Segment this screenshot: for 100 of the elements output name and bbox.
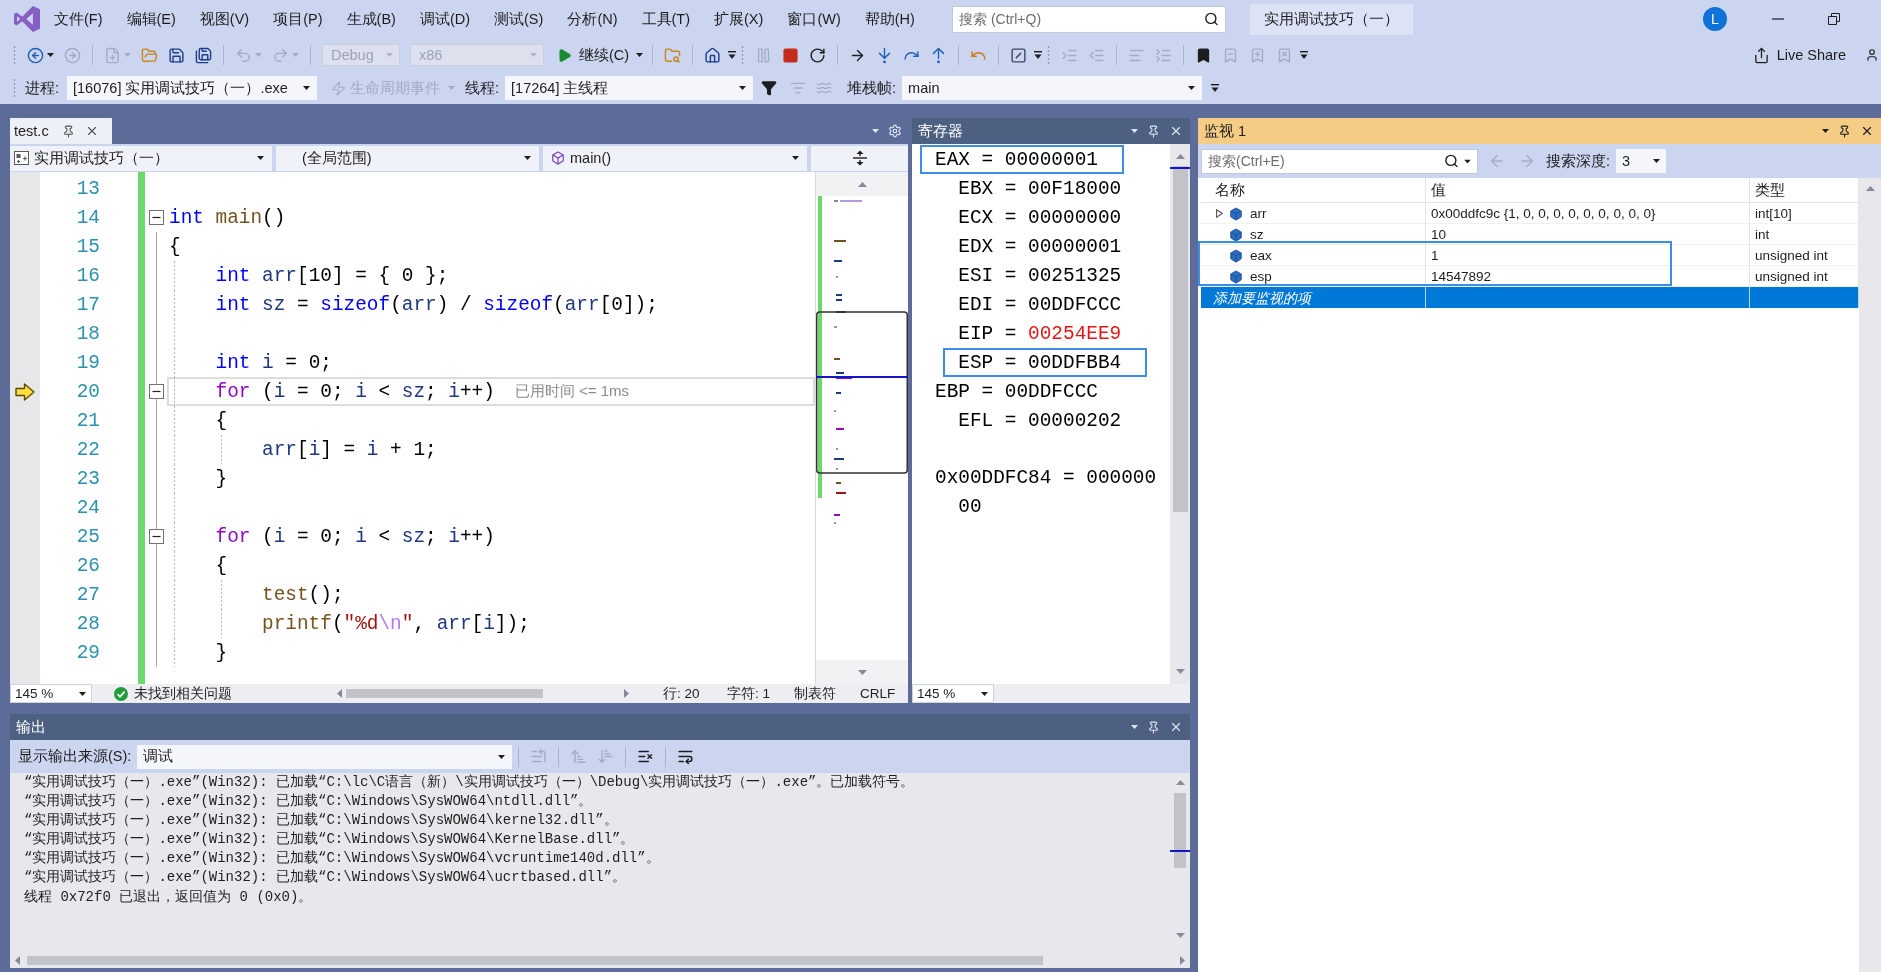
column-status[interactable]: 字符: 1 (727, 684, 770, 703)
menu-item[interactable]: 调试(D) (407, 6, 483, 32)
search-icon[interactable] (1204, 11, 1219, 27)
scroll-down-icon[interactable] (1175, 933, 1185, 938)
save-all-icon[interactable] (195, 46, 212, 64)
output-source-dropdown[interactable]: 调试 (137, 744, 513, 769)
member-dropdown[interactable]: main() (543, 145, 807, 171)
overflow-caret-icon[interactable] (1034, 51, 1043, 59)
home-icon[interactable] (704, 46, 722, 64)
minimap-drawing[interactable] (816, 196, 908, 660)
column-header[interactable]: 名称 (1201, 178, 1426, 202)
user-avatar[interactable]: L (1703, 7, 1727, 31)
scrollbar-track[interactable] (1170, 144, 1190, 684)
collapse-icon[interactable] (149, 384, 164, 399)
scroll-right-icon[interactable] (1180, 955, 1185, 965)
scrollbar-track[interactable] (10, 952, 1190, 968)
scroll-left-icon[interactable] (15, 955, 20, 965)
scroll-right-icon[interactable] (624, 689, 629, 698)
stop-icon[interactable] (782, 46, 800, 64)
collapse-icon[interactable] (149, 210, 164, 225)
back-icon[interactable] (27, 46, 44, 64)
column-header[interactable]: 值 (1426, 178, 1750, 202)
menu-item[interactable]: 分析(N) (555, 6, 630, 32)
close-icon[interactable] (1860, 124, 1874, 138)
overflow-caret-icon[interactable] (1300, 51, 1309, 59)
scrollbar-thumb[interactable] (1172, 166, 1188, 512)
caret-icon[interactable] (1653, 159, 1661, 163)
restore-icon[interactable] (1828, 13, 1840, 25)
scroll-up-icon[interactable] (1175, 780, 1185, 785)
continue-button[interactable]: 继续(C) (553, 45, 634, 65)
menu-item[interactable]: 窗口(W) (775, 6, 853, 32)
perf-tip-text[interactable]: 已用时间 <= 1ms (514, 382, 630, 401)
caret-icon[interactable] (792, 156, 799, 160)
collapse-icon[interactable] (149, 529, 164, 544)
caret-icon[interactable] (739, 86, 747, 90)
wrap-text-icon[interactable] (677, 748, 695, 765)
add-watch-row[interactable]: 添加要监视的项 (1201, 287, 1859, 308)
scrollbar-thumb[interactable] (346, 689, 543, 698)
caret-icon[interactable] (1464, 159, 1471, 163)
menu-item[interactable]: 测试(S) (482, 6, 556, 32)
scroll-up-icon[interactable] (857, 181, 867, 187)
stack-frame-dropdown[interactable]: main (902, 76, 1203, 100)
menu-item[interactable]: 扩展(X) (702, 6, 776, 32)
scroll-up-icon[interactable] (1175, 154, 1185, 159)
caret-icon[interactable] (1188, 86, 1196, 90)
scroll-down-icon[interactable] (857, 669, 867, 675)
search-icon[interactable] (1444, 153, 1459, 169)
dropdown-caret-icon[interactable] (1822, 129, 1829, 133)
logo-icon[interactable] (14, 6, 40, 32)
scroll-down-icon[interactable] (1175, 669, 1185, 674)
caret-icon[interactable] (981, 691, 988, 696)
issues-status[interactable]: 未找到相关问题 (134, 684, 232, 703)
caret-icon[interactable] (524, 156, 531, 160)
share-icon[interactable] (1752, 46, 1770, 64)
close-icon[interactable] (1169, 720, 1183, 734)
add-watch-field[interactable]: 添加要监视的项 (1201, 287, 1426, 308)
scrollbar-track[interactable] (1859, 178, 1881, 972)
caret-icon[interactable] (47, 53, 54, 57)
project-dropdown[interactable]: 实用调试技巧（一） (10, 145, 272, 171)
scrollbar-thumb[interactable] (1174, 793, 1186, 868)
slashed-square-icon[interactable] (1010, 46, 1028, 64)
menu-item[interactable]: 帮助(H) (852, 6, 927, 32)
list-x-icon[interactable] (637, 748, 655, 765)
split-icon[interactable] (852, 150, 867, 166)
funnel-icon[interactable] (761, 80, 778, 96)
dropdown-caret-icon[interactable] (1131, 129, 1138, 133)
settings-icon[interactable] (888, 124, 902, 138)
play-icon[interactable] (557, 47, 572, 63)
caret-icon[interactable] (303, 86, 311, 90)
menu-item[interactable]: 生成(B) (334, 6, 408, 32)
dropdown-caret-icon[interactable] (1131, 725, 1138, 729)
split-button[interactable] (811, 145, 908, 171)
overflow-caret-icon[interactable] (728, 51, 737, 59)
process-dropdown[interactable]: [16076] 实用调试技巧（一）.exe (67, 76, 318, 100)
scrollbar-thumb[interactable] (27, 955, 1043, 965)
menu-item[interactable]: 视图(V) (187, 6, 262, 32)
zoom-dropdown[interactable]: 145 % (10, 684, 92, 703)
thread-dropdown[interactable]: [17264] 主线程 (505, 76, 754, 100)
person-icon[interactable] (1865, 48, 1879, 62)
pin-icon[interactable] (1838, 124, 1851, 138)
search-field[interactable]: 搜索 (Ctrl+Q) (952, 5, 1226, 33)
pin-icon[interactable] (61, 124, 75, 138)
menu-item[interactable]: 编辑(E) (114, 6, 188, 32)
caret-icon[interactable] (498, 754, 506, 759)
scroll-up-icon[interactable] (1865, 186, 1875, 191)
scope-dropdown[interactable]: (全局范围) (276, 145, 539, 171)
scroll-left-icon[interactable] (337, 689, 342, 698)
menu-item[interactable]: 项目(P) (261, 6, 335, 32)
caret-icon[interactable] (636, 53, 644, 57)
pin-icon[interactable] (1147, 124, 1160, 138)
caret-icon[interactable] (79, 691, 86, 696)
indent-status[interactable]: 制表符 (794, 684, 836, 703)
circular-arrow-icon[interactable] (809, 46, 827, 64)
overflow-caret-icon[interactable] (1211, 84, 1220, 92)
pin-icon[interactable] (1147, 720, 1160, 734)
caret-icon[interactable] (257, 156, 264, 160)
document-tab[interactable]: test.c (10, 118, 112, 144)
search-depth-dropdown[interactable]: 3 (1616, 149, 1667, 173)
menu-item[interactable]: 文件(F) (42, 6, 115, 32)
close-icon[interactable] (1169, 124, 1183, 138)
